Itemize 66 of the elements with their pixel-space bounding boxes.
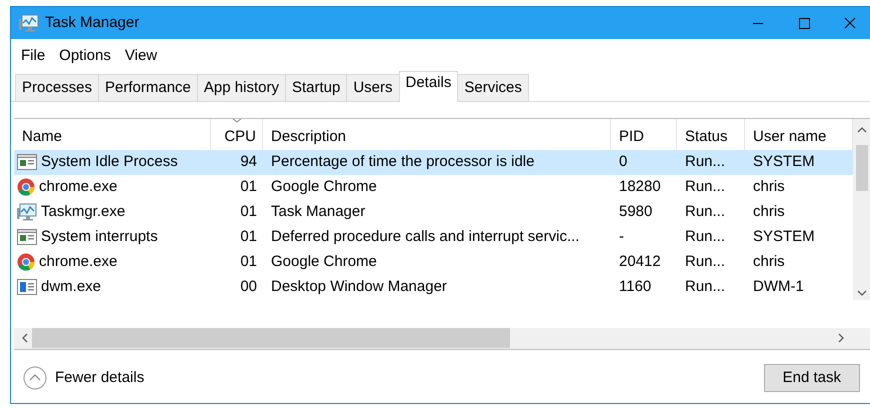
window-icon — [17, 229, 37, 245]
table-cell-text: 01 — [239, 176, 258, 197]
table-cell-text: 20412 — [618, 252, 662, 272]
tab[interactable]: Performance — [98, 74, 198, 100]
table-cell: Percentage of time the processor is idle — [263, 150, 611, 174]
table-cell-text: Run... — [684, 252, 726, 272]
table-cell-text: 00 — [239, 276, 258, 297]
window-icon — [17, 279, 37, 295]
process-name: System Idle Process — [41, 152, 178, 172]
table-cell-text: Run... — [684, 202, 726, 222]
process-name: System interrupts — [41, 226, 158, 247]
table-cell: 0 — [611, 150, 677, 174]
table-cell-text: 18280 — [618, 176, 662, 197]
process-name: chrome.exe — [39, 252, 118, 272]
collapse-icon — [23, 366, 47, 390]
maximize-icon[interactable] — [798, 17, 810, 29]
app-icon — [19, 12, 39, 34]
table-cell-text: 01 — [239, 202, 258, 222]
table-cell-text: Task Manager — [270, 202, 366, 222]
scroll-up-icon[interactable] — [857, 126, 867, 132]
table-cell-text: chris — [752, 202, 786, 222]
table-cell: 94 — [211, 150, 263, 174]
table-cell-text: Deferred procedure calls and interrupt servic... — [270, 226, 580, 247]
table-cell-text: - — [618, 226, 625, 247]
tab[interactable]: Startup — [284, 74, 348, 100]
table-cell-text: DWM-1 — [752, 276, 805, 297]
menu-item[interactable]: Options — [53, 43, 119, 70]
table-cell-text: chris — [752, 176, 786, 197]
window-title: Task Manager — [45, 12, 140, 33]
tab[interactable]: Users — [346, 74, 400, 100]
table-cell-text: Google Chrome — [270, 252, 378, 272]
process-name: Taskmgr.exe — [41, 202, 126, 222]
vertical-scrollbar[interactable] — [853, 118, 870, 300]
fewer-details-button[interactable]: Fewer details — [23, 366, 144, 390]
table-cell: Run... — [677, 150, 745, 174]
window-icon — [17, 154, 37, 170]
table-cell-text: Run... — [684, 226, 726, 247]
table-cell-text: Run... — [684, 176, 726, 197]
table-cell-text: Run... — [684, 276, 726, 297]
scroll-down-icon[interactable] — [857, 290, 867, 296]
scroll-thumb[interactable] — [32, 328, 510, 348]
table-cell-text: 1160 — [618, 276, 652, 297]
tab[interactable]: Processes — [15, 74, 100, 100]
scroll-left-icon[interactable] — [22, 333, 28, 343]
table-cell-text: 01 — [239, 226, 258, 247]
scroll-right-icon[interactable] — [838, 333, 844, 343]
tab[interactable]: Services — [457, 74, 529, 100]
browser-icon — [17, 253, 35, 271]
table-cell: SYSTEM — [745, 150, 853, 174]
table-cell-text: Google Chrome — [270, 176, 378, 197]
monitor-icon — [17, 203, 37, 221]
process-name: chrome.exe — [39, 176, 118, 197]
table-cell-text: Desktop Window Manager — [270, 276, 448, 297]
table-cell-text: 01 — [239, 252, 258, 272]
close-icon[interactable] — [844, 17, 856, 29]
browser-icon — [17, 178, 35, 196]
menu-item[interactable]: File — [15, 43, 54, 70]
scroll-thumb[interactable] — [856, 144, 868, 190]
table-cell-text: SYSTEM — [752, 226, 816, 247]
tab[interactable]: Details — [398, 70, 458, 102]
table-cell-text: 5980 — [618, 202, 654, 222]
end-task-button[interactable]: End task — [764, 364, 860, 392]
table-cell-text: chris — [752, 252, 786, 272]
process-name: dwm.exe — [41, 276, 102, 297]
tab[interactable]: App history — [196, 74, 286, 100]
menu-item[interactable]: View — [118, 43, 166, 70]
